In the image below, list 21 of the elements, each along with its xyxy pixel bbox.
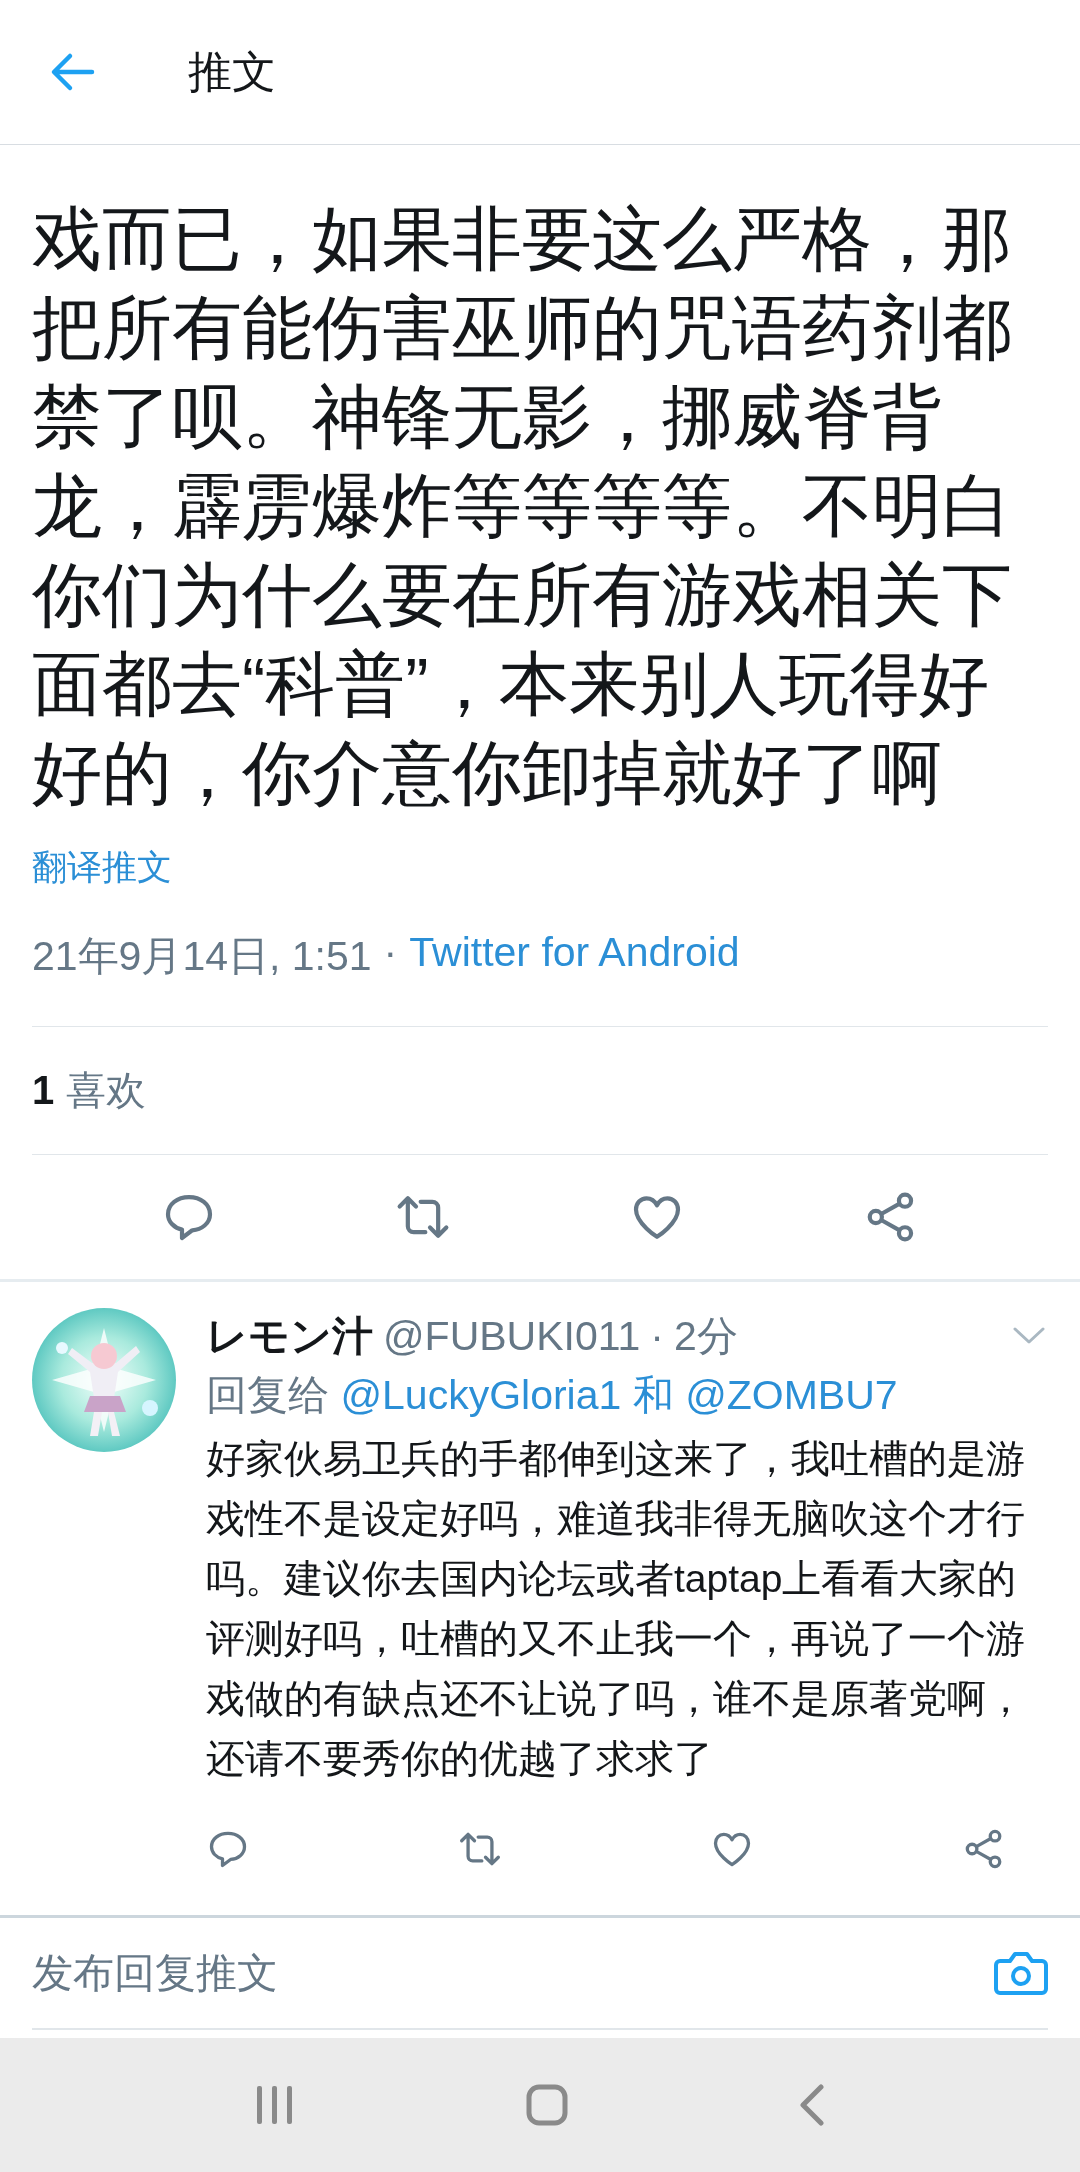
user-handle[interactable]: @FUBUKI011 [383,1312,641,1360]
translate-link[interactable]: 翻译推文 [32,844,172,891]
reply-input-field[interactable]: 发布回复推文 [32,1949,994,1997]
home-icon[interactable] [526,2084,568,2126]
back-icon[interactable] [798,2084,825,2126]
reply-to-text: 回复给 @LuckyGloria1 和 @ZOMBU7 [206,1371,899,1420]
separator-dot: · [650,1312,664,1360]
page-title: 推文 [188,45,276,98]
camera-icon[interactable] [994,1949,1048,1997]
source-link[interactable]: Twitter for Android [409,929,740,984]
back-arrow-icon[interactable] [50,52,96,92]
mention-link[interactable]: @ZOMBU7 [685,1372,898,1418]
user-name[interactable]: レモン汁 [206,1308,373,1364]
reply-text: 好家伙易卫兵的手都伸到这来了，我吐槽的是游戏性不是设定好吗，难道我非得无脑吹这个才行吗。建议你去国内论坛或者taptap上看看大家的评测好吗，吐槽的又不止我一个，再说了一个游戏做的有缺点还不让说了吗，谁不是原著党啊，还请不要秀你的优越了求求了 [206,1436,1026,1782]
tweet-text: 戏而已，如果非要这么严格，那把所有能伤害巫师的咒语药剂都禁了呗。神锋无影，挪威脊背龙，霹雳爆炸等等等等。不明白你们为什么要在所有游戏相关下面都去“科普”，本来别人玩得好好的，你介意你卸掉就好了啊 [32,199,1013,814]
timestamp: 21年9月14日, 1:51 [32,932,372,981]
likes-label[interactable]: 喜欢 [66,1063,147,1118]
mention-link[interactable]: @LuckyGloria1 [340,1372,622,1418]
post-time: 2分 [674,1311,738,1361]
separator-dot: · [383,929,398,977]
like-count[interactable]: 1 [32,1068,55,1113]
